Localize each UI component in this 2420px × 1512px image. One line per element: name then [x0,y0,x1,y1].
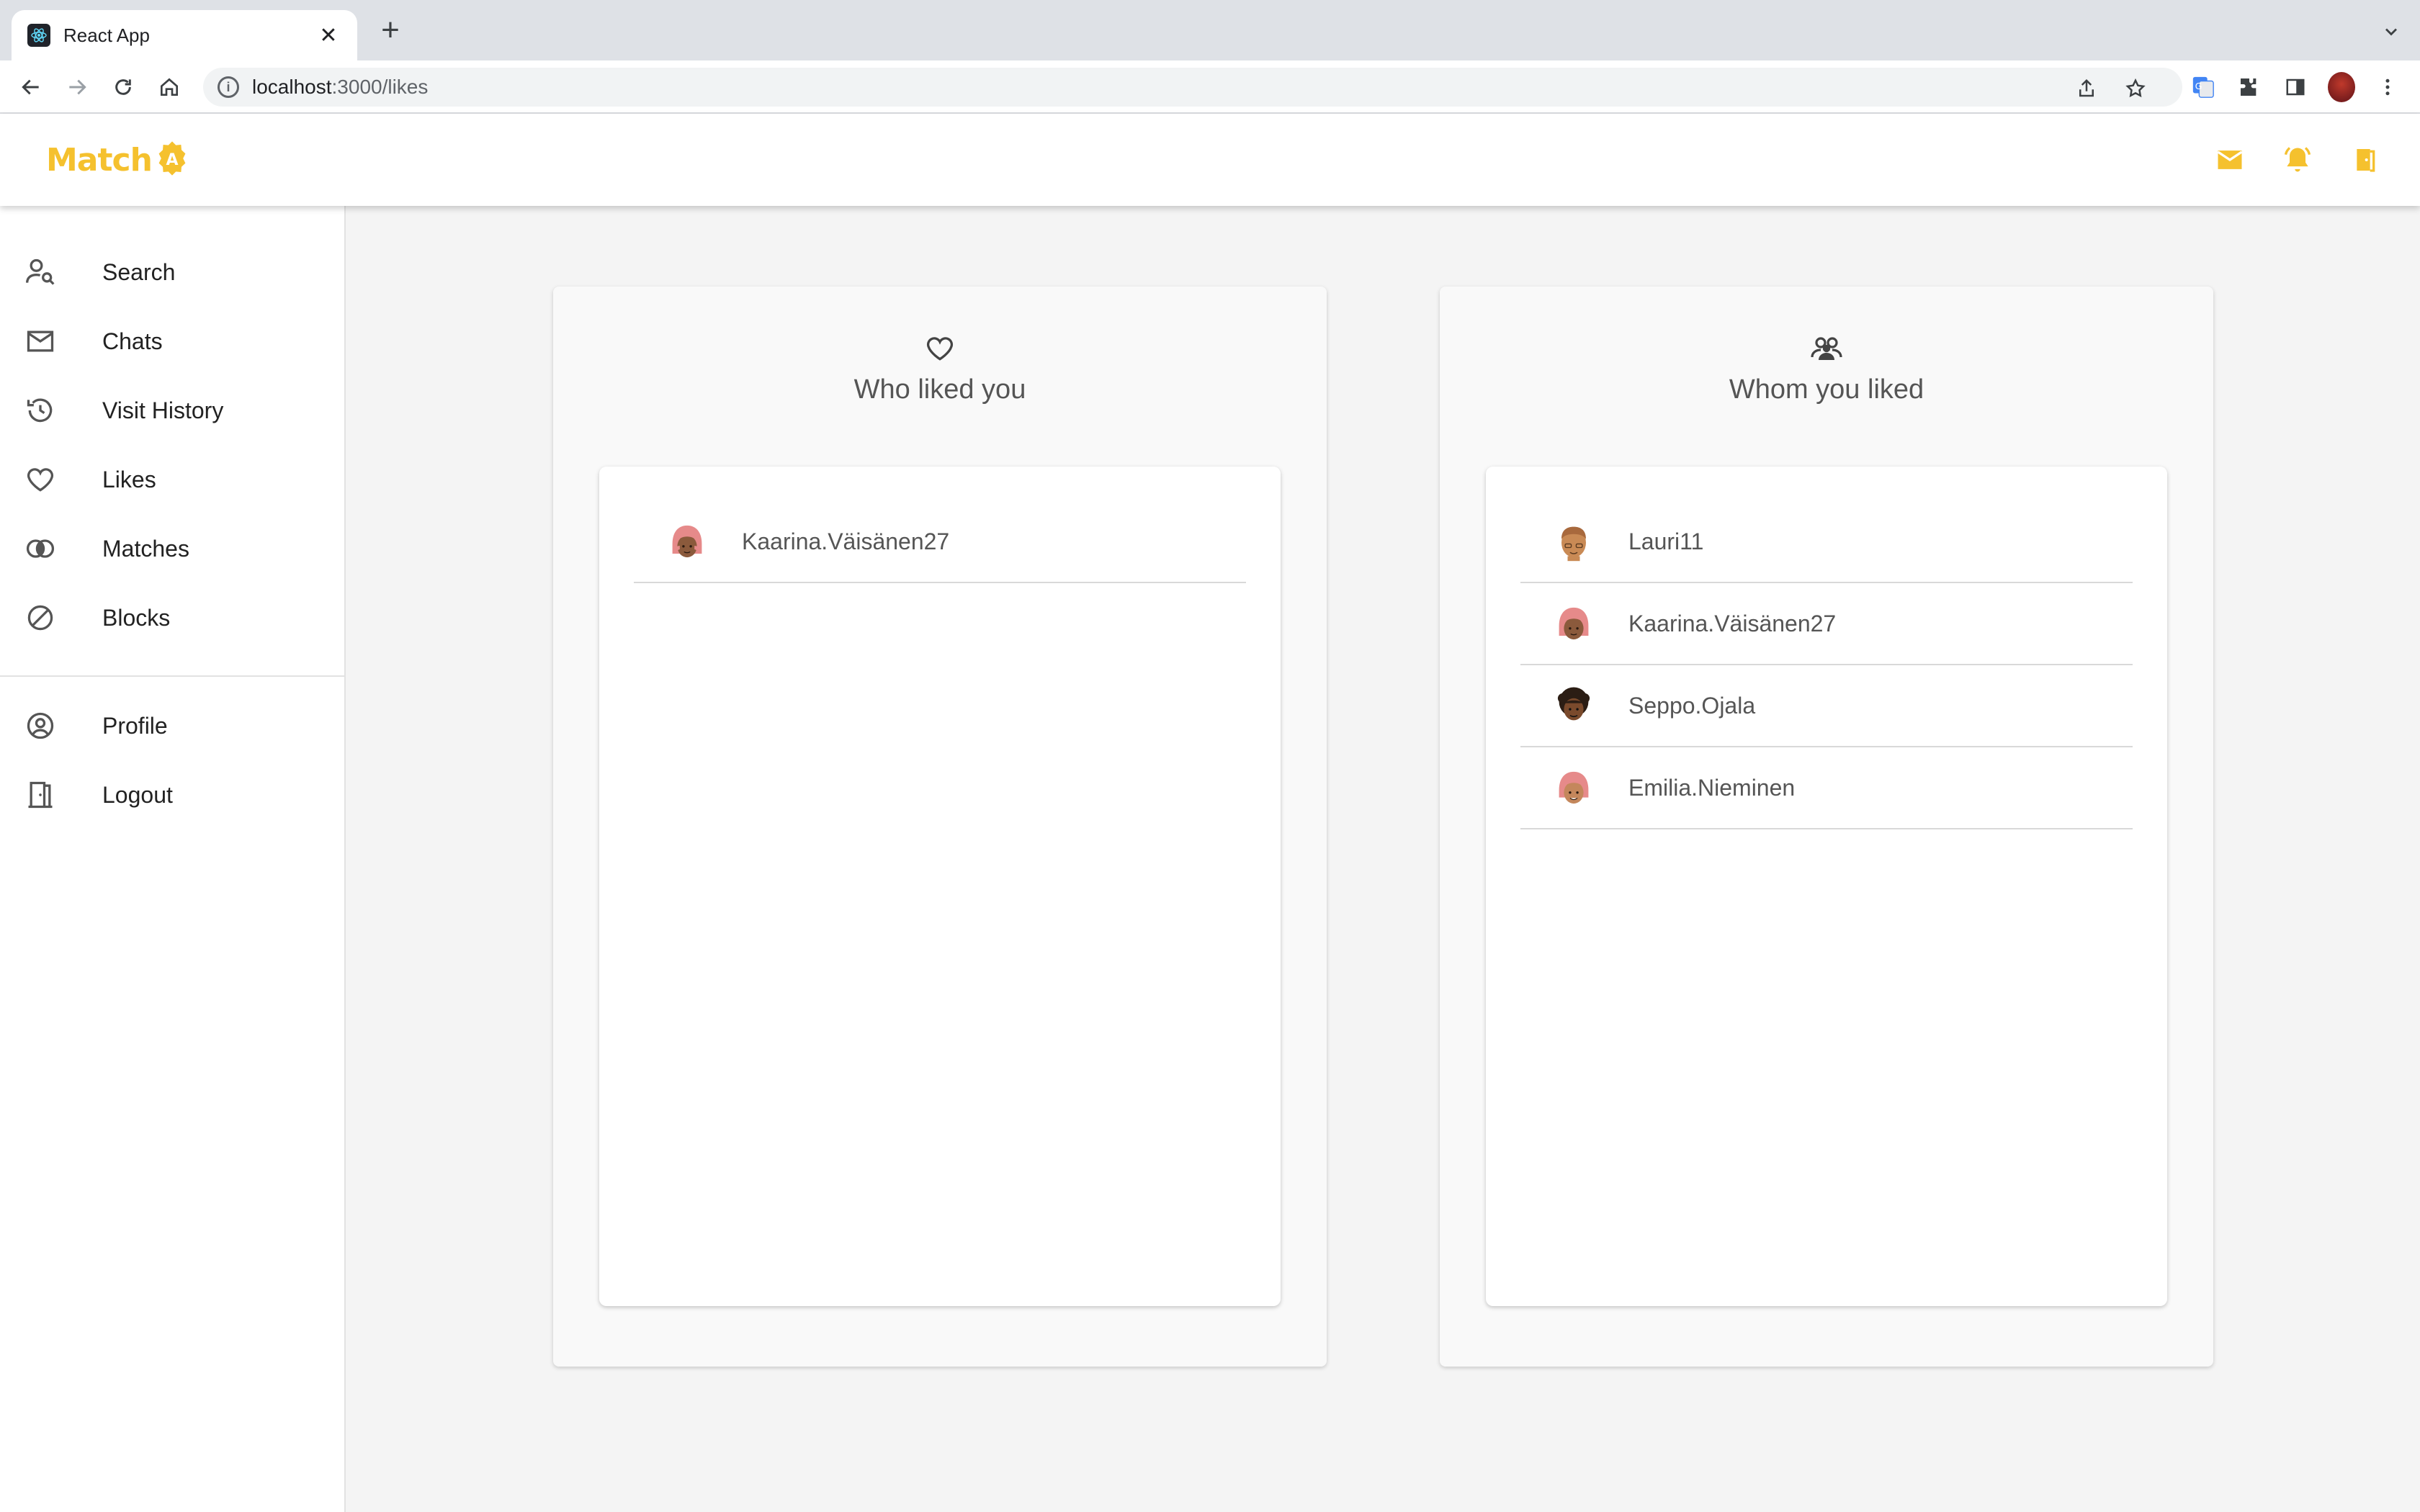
history-icon [23,393,58,428]
sidebar-item-label: Chats [102,328,163,354]
avatar [1549,599,1598,648]
url-host: localhost [252,76,332,98]
list-item[interactable]: Kaarina.Väisänen27 [1520,583,2133,665]
tab-close-icon[interactable]: ✕ [315,23,341,48]
address-bar[interactable]: i localhost:3000/likes [203,68,2182,107]
panel-title: Who liked you [853,374,1026,405]
sidebar-item-label: Visit History [102,397,224,423]
avatar [1549,517,1598,566]
header-actions [2213,143,2383,177]
username: Kaarina.Väisänen27 [1628,610,1837,636]
heart-outline-icon [923,331,957,366]
browser-tab[interactable]: React App ✕ [12,10,357,60]
sidebar-item-chats[interactable]: Chats [0,307,344,376]
sidebar-item-label: Logout [102,781,173,808]
extensions-puzzle-icon[interactable] [2236,73,2263,101]
share-icon[interactable] [2073,75,2100,102]
account-circle-icon [23,708,58,743]
reload-icon[interactable] [107,71,140,104]
matches-rings-icon [23,531,58,566]
username: Emilia.Nieminen [1628,774,1796,801]
notification-bell-icon[interactable] [2280,143,2315,177]
sidebar-item-search[interactable]: Search [0,238,344,307]
browser-toolbar: i localhost:3000/likes G [0,60,2420,114]
avatar [1549,681,1598,730]
logo-badge-icon: A [155,141,189,179]
list-item[interactable]: Kaarina.Väisänen27 [634,501,1246,583]
group-icon [1809,331,1844,366]
react-favicon-icon [27,24,50,47]
sidebar-item-likes[interactable]: Likes [0,445,344,514]
username: Kaarina.Väisänen27 [742,528,950,554]
app-header: Match A [0,114,2420,206]
extension-bar: G [2190,68,2420,107]
omnibox-actions [2073,75,2149,102]
logout-door-icon[interactable] [2348,143,2383,177]
tab-search-chevron-icon[interactable] [2381,22,2401,42]
sidebar-item-label: Matches [102,535,189,562]
new-tab-icon[interactable]: + [375,14,406,48]
site-info-icon[interactable]: i [218,76,239,98]
sidebar-item-label: Profile [102,712,168,739]
sidebar-item-profile[interactable]: Profile [0,691,344,760]
bookmark-star-icon[interactable] [2122,75,2149,102]
username: Seppo.Ojala [1628,692,1756,719]
sidebar-item-label: Blocks [102,604,171,631]
mail-outline-icon [23,324,58,359]
list-item[interactable]: Lauri11 [1520,501,2133,583]
side-panel-icon[interactable] [2282,73,2309,101]
mail-icon[interactable] [2213,143,2247,177]
app-logo[interactable]: Match A [46,141,189,179]
sidebar-item-visit-history[interactable]: Visit History [0,376,344,445]
sidebar-item-blocks[interactable]: Blocks [0,583,344,652]
main-content: Who liked you Kaarina.Väisänen27 Whom yo… [346,206,2420,1512]
person-search-icon [23,255,58,289]
translate-extension-icon[interactable]: G [2190,73,2217,101]
sidebar-item-matches[interactable]: Matches [0,514,344,583]
sidebar: Search Chats Visit History Likes Matches [0,206,346,1512]
door-icon [23,778,58,812]
sidebar-item-logout[interactable]: Logout [0,760,344,829]
url-path: :3000/likes [331,76,429,98]
list-item[interactable]: Seppo.Ojala [1520,665,2133,747]
browser-menu-icon[interactable] [2374,73,2401,101]
tab-title: React App [63,24,150,46]
forward-arrow-icon[interactable] [60,71,94,104]
sidebar-item-label: Search [102,258,176,285]
sidebar-item-label: Likes [102,466,156,492]
home-icon[interactable] [153,71,186,104]
list-item[interactable]: Emilia.Nieminen [1520,747,2133,829]
svg-text:A: A [166,151,178,169]
logo-text: Match [46,142,153,179]
panel-title: Whom you liked [1729,374,1924,405]
user-list-card: Lauri11 Kaarina.Väisänen27 Seppo.Ojala E… [1486,467,2167,1306]
username: Lauri11 [1628,528,1704,554]
avatar [1549,763,1598,812]
who-liked-you-panel: Who liked you Kaarina.Väisänen27 [553,287,1327,1367]
whom-you-liked-panel: Whom you liked Lauri11 Kaarina.Väisänen2… [1440,287,2213,1367]
svg-text:G: G [2195,81,2202,92]
back-arrow-icon[interactable] [14,71,48,104]
user-list-card: Kaarina.Väisänen27 [599,467,1281,1306]
sidebar-divider [0,675,344,677]
profile-avatar[interactable] [2328,72,2355,102]
heart-outline-icon [23,462,58,497]
avatar [663,517,712,566]
block-icon [23,600,58,635]
browser-tab-strip: React App ✕ + [0,0,2420,60]
